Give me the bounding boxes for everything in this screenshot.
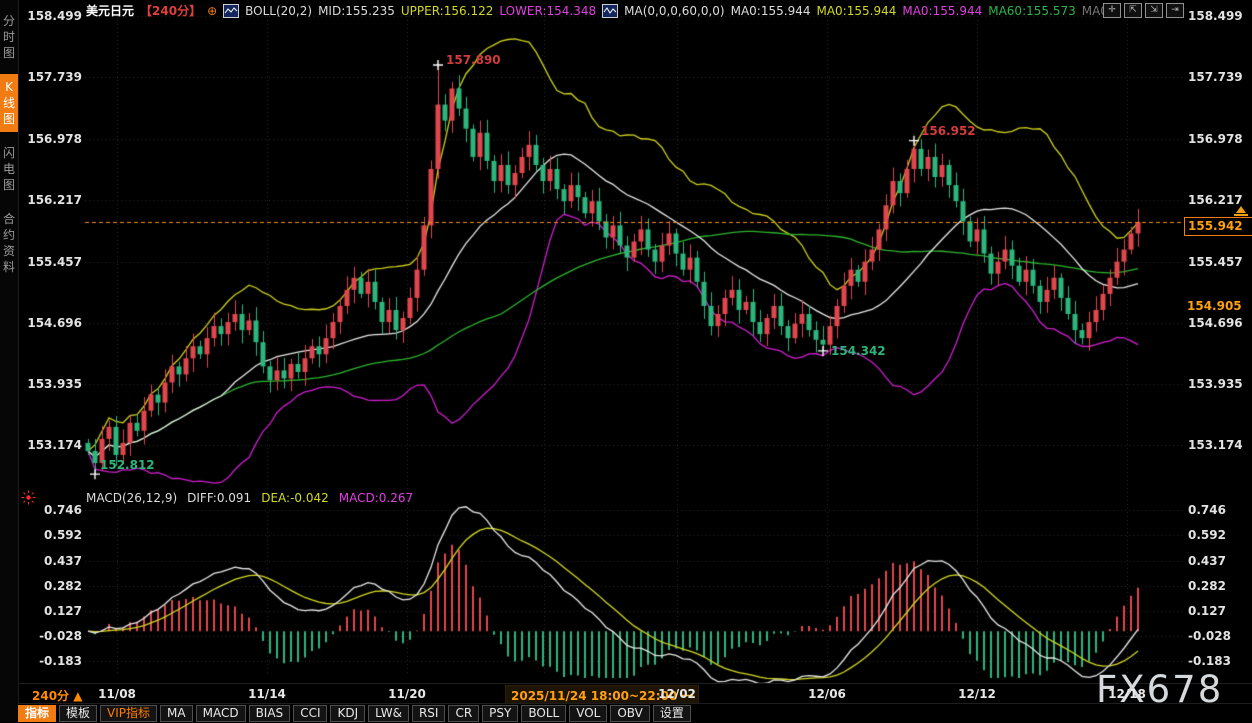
symbol-name: 美元日元: [86, 2, 134, 19]
price-axis-label-right: 153.935: [1188, 377, 1250, 391]
pan-right-icon[interactable]: ⇥: [1166, 3, 1184, 18]
period-badge[interactable]: 240分 ▲: [32, 687, 82, 704]
price-axis-label-right: 156.978: [1188, 132, 1250, 146]
macd-axis-label-right: 0.437: [1188, 554, 1250, 568]
boll-upper-value: UPPER:156.122: [401, 4, 493, 18]
indicator-toolbar: 指标模板VIP指标MAMACDBIASCCIKDJLW&RSICRPSYBOLL…: [18, 703, 1252, 723]
toolbar-button-BIAS[interactable]: BIAS: [249, 705, 291, 722]
macd-dea-value: DEA:-0.042: [261, 491, 329, 505]
boll-label: BOLL(20,2): [245, 4, 312, 18]
price-axis-label-right: 157.739: [1188, 70, 1250, 84]
price-alert-flag-icon[interactable]: [1236, 206, 1246, 213]
zoom-in-icon[interactable]: ⇱: [1124, 3, 1142, 18]
price-axis-label-left: 154.696: [20, 316, 82, 330]
toolbar-button-CCI[interactable]: CCI: [293, 705, 327, 722]
last-price-tag: 155.942: [1184, 217, 1252, 236]
sidebar-item-1[interactable]: 分时图: [0, 8, 18, 66]
left-sidebar: 分时图 K线图闪电图合约资料: [0, 0, 19, 722]
price-axis-label-left: 158.499: [20, 9, 82, 23]
macd-axis-label-left: 0.282: [20, 579, 82, 593]
chart-header-legend: 美元日元 【240分】 ⊕ BOLL(20,2) MID:155.235 UPP…: [86, 3, 1112, 18]
price-axis-label-right: 153.174: [1188, 438, 1250, 452]
x-axis-label: 12/02: [642, 687, 712, 701]
boll-mid-value: MID:155.235: [318, 4, 395, 18]
price-alert-flag-base: [1234, 214, 1248, 216]
price-axis-label-left: 153.935: [20, 377, 82, 391]
toolbar-button-VIP指标[interactable]: VIP指标: [100, 705, 157, 722]
ma-indicator-icon[interactable]: [602, 4, 618, 18]
macd-axis-label-right: 0.282: [1188, 579, 1250, 593]
x-axis-label: 11/20: [372, 687, 442, 701]
ma0-magenta-value: MA0:155.944: [902, 4, 982, 18]
x-axis-label: 12/06: [792, 687, 862, 701]
crosshair-icon[interactable]: ✛: [1103, 3, 1121, 18]
price-axis-label-left: 157.739: [20, 70, 82, 84]
watermark: FX678: [1096, 668, 1223, 711]
price-axis-label-right: 156.217: [1188, 193, 1250, 207]
price-axis-label-left: 156.217: [20, 193, 82, 207]
toolbar-button-LW&[interactable]: LW&: [368, 705, 409, 722]
add-indicator-icon[interactable]: ⊕: [207, 4, 217, 18]
macd-label: MACD(26,12,9): [86, 491, 177, 505]
low-annotation-mid: 154.342: [831, 344, 886, 358]
sidebar-item-4[interactable]: 合约资料: [0, 206, 18, 280]
toolbar-button-VOL[interactable]: VOL: [569, 705, 607, 722]
macd-axis-label-left: -0.028: [20, 629, 82, 643]
macd-axis-label-left: -0.183: [20, 654, 82, 668]
macd-axis-label-right: 0.746: [1188, 503, 1250, 517]
toolbar-button-设置[interactable]: 设置: [653, 705, 691, 722]
price-chart-canvas[interactable]: [0, 0, 1252, 722]
macd-axis-label-left: 0.592: [20, 528, 82, 542]
low-annotation-start: 152.812: [100, 458, 155, 472]
toolbar-button-BOLL[interactable]: BOLL: [521, 705, 566, 722]
toolbar-button-MACD[interactable]: MACD: [196, 705, 246, 722]
ma0-yellow-value: MA0:155.944: [816, 4, 896, 18]
price-axis-label-right: 158.499: [1188, 9, 1250, 23]
toolbar-button-CR[interactable]: CR: [448, 705, 479, 722]
price-axis-label-left: 156.978: [20, 132, 82, 146]
boll-lower-value: LOWER:154.348: [499, 4, 596, 18]
macd-axis-label-left: 0.127: [20, 604, 82, 618]
x-axis-label: 11/08: [82, 687, 152, 701]
macd-axis-label-left: 0.437: [20, 554, 82, 568]
toolbar-button-指标[interactable]: 指标: [18, 705, 56, 722]
toolbar-button-PSY[interactable]: PSY: [482, 705, 518, 722]
toolbar-button-MA[interactable]: MA: [160, 705, 193, 722]
sidebar-item-3[interactable]: 闪电图: [0, 140, 18, 198]
sidebar-item-2[interactable]: K线图: [0, 74, 18, 132]
x-axis-label: 11/14: [232, 687, 302, 701]
indicator-marker-icon[interactable]: [21, 490, 36, 509]
high-annotation-1: 157.890: [446, 53, 501, 67]
macd-macd-value: MACD:0.267: [339, 491, 413, 505]
toolbar-button-RSI[interactable]: RSI: [412, 705, 446, 722]
macd-axis-label-right: 0.127: [1188, 604, 1250, 618]
prev-price-tag: 154.905: [1184, 298, 1251, 315]
high-annotation-2: 156.952: [921, 124, 976, 138]
price-axis-label-right: 154.696: [1188, 316, 1250, 330]
macd-axis-label-right: -0.028: [1188, 629, 1250, 643]
ma0-white-value: MA0:155.944: [731, 4, 811, 18]
macd-legend: MACD(26,12,9) DIFF:0.091 DEA:-0.042 MACD…: [86, 491, 413, 505]
toolbar-button-OBV[interactable]: OBV: [610, 705, 650, 722]
price-axis-label-left: 155.457: [20, 255, 82, 269]
zoom-out-icon[interactable]: ⇲: [1145, 3, 1163, 18]
macd-diff-value: DIFF:0.091: [187, 491, 251, 505]
ma60-value: MA60:155.573: [988, 4, 1076, 18]
macd-axis-label-right: 0.592: [1188, 528, 1250, 542]
price-axis-label-right: 155.457: [1188, 255, 1250, 269]
macd-axis-label-right: -0.183: [1188, 654, 1250, 668]
toolbar-button-模板[interactable]: 模板: [59, 705, 97, 722]
x-axis-row: 240分 ▲ 2025/11/24 18:00~22:00 一 11/0811/…: [18, 683, 1252, 704]
period-label[interactable]: 【240分】: [140, 2, 201, 19]
price-axis-label-left: 153.174: [20, 438, 82, 452]
toolbar-button-KDJ[interactable]: KDJ: [330, 705, 365, 722]
x-axis-label: 12/12: [942, 687, 1012, 701]
ma-label: MA(0,0,0,60,0,0): [624, 4, 724, 18]
boll-indicator-icon[interactable]: [223, 4, 239, 18]
chart-tool-buttons: ✛⇱⇲⇥: [1103, 3, 1184, 18]
